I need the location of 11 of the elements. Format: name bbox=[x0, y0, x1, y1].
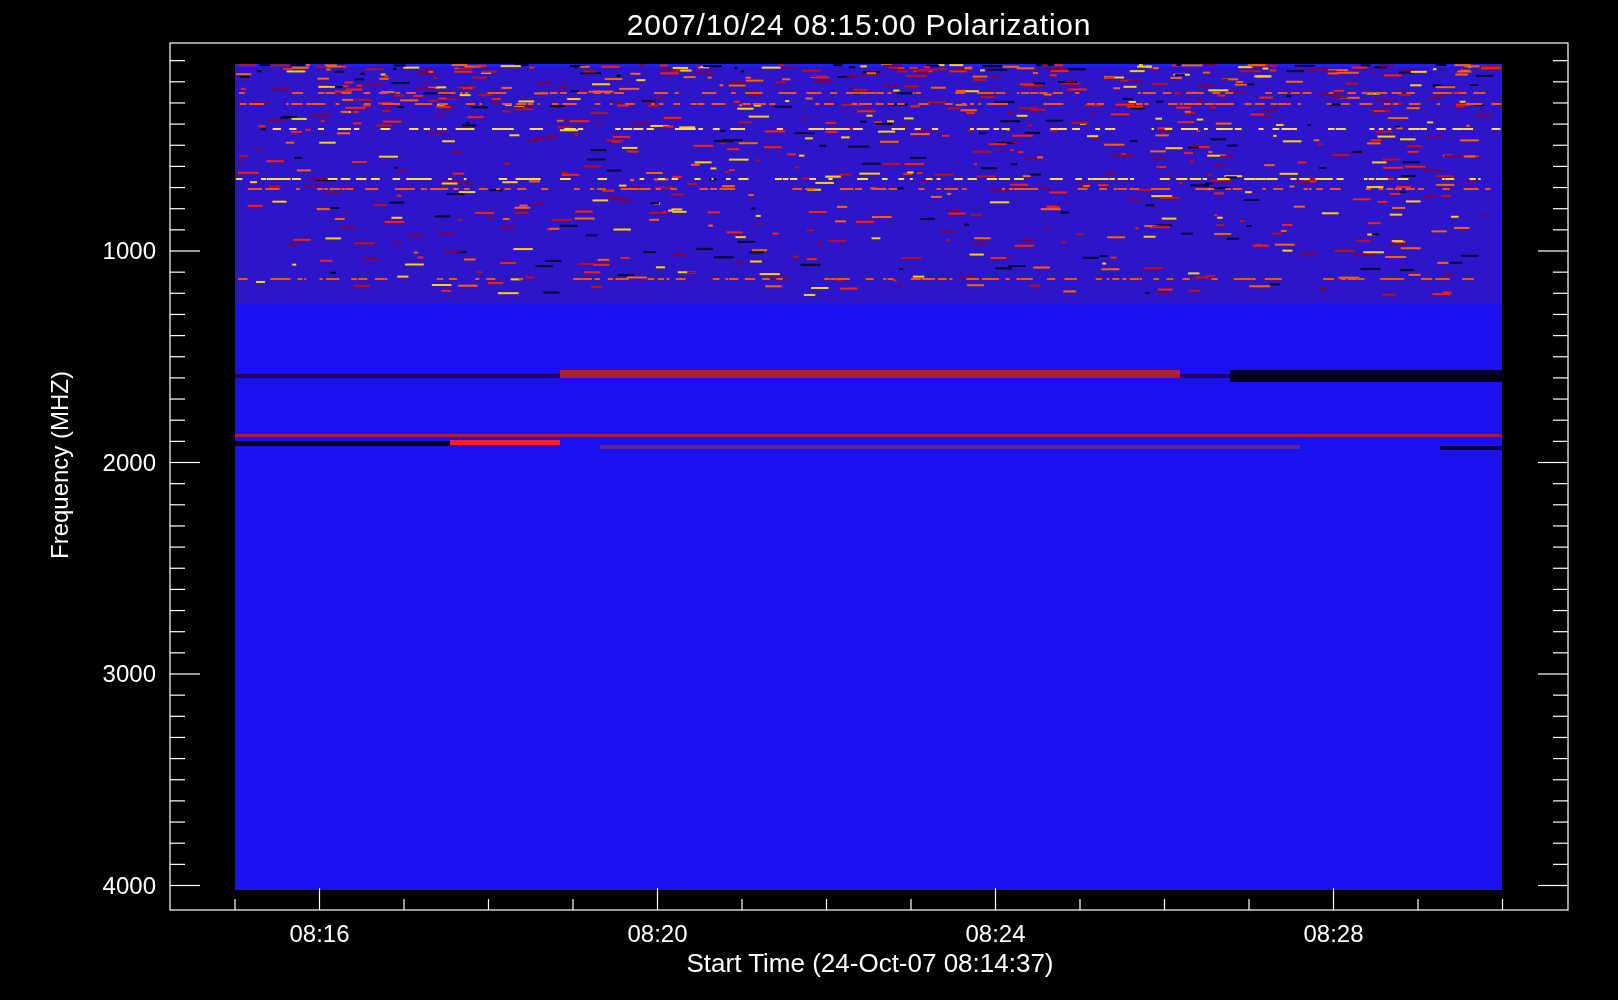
y-tick-label: 4000 bbox=[101, 873, 156, 898]
plot-title: 2007/10/24 08:15:00 Polarization bbox=[626, 7, 1092, 43]
x-tick-label: 08:28 bbox=[1302, 922, 1365, 946]
x-tick-label: 08:20 bbox=[626, 922, 689, 946]
y-axis-label: Frequency (MHZ) bbox=[48, 371, 72, 559]
x-tick-label: 08:24 bbox=[964, 922, 1027, 946]
y-tick-label: 2000 bbox=[101, 450, 156, 475]
x-tick-label: 08:16 bbox=[288, 922, 351, 946]
y-tick-label: 3000 bbox=[101, 662, 156, 686]
y-tick-label: 1000 bbox=[101, 239, 156, 263]
x-axis-label: Start Time (24-Oct-07 08:14:37) bbox=[686, 950, 1054, 976]
